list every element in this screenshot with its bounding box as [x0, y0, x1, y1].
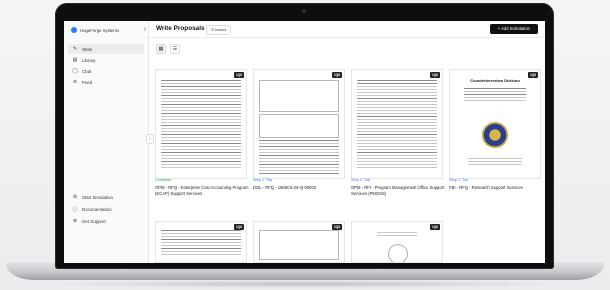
form-box	[259, 230, 339, 260]
document-thumbnail: 1Q8	[253, 69, 345, 179]
doc-lines	[259, 140, 339, 176]
doc-lines	[468, 158, 522, 167]
fbi-seal-icon	[482, 122, 508, 148]
footer-label: Documentation	[82, 206, 112, 212]
doc-heading: Counterterrorism Division	[470, 78, 520, 83]
nav-label: Feed	[82, 79, 93, 85]
nav-library[interactable]: ▤ Library	[68, 55, 144, 65]
card-title: OPM - RFQ - Enterprise Cost Accounting P…	[155, 185, 249, 196]
form-box	[259, 114, 339, 138]
grid-view-icon[interactable]: ▦	[156, 44, 166, 54]
nav-chat[interactable]: ◯ Chat	[68, 66, 144, 76]
status-label: Step 1: Top	[253, 178, 273, 182]
feed-icon: ≋	[72, 79, 78, 85]
footer-label: Start Simulation	[82, 194, 113, 200]
add-solicitation-button[interactable]: + Add Solicitation	[489, 23, 538, 34]
doc-lines	[161, 230, 241, 257]
nav-feed[interactable]: ≋ Feed	[68, 77, 144, 87]
chat-icon: ◯	[72, 68, 78, 74]
form-box	[259, 80, 339, 112]
document-thumbnail: 1Q8	[351, 69, 443, 179]
card-badge: 1Q8	[233, 72, 244, 78]
document-thumbnail: 1Q8	[351, 221, 443, 263]
nav-label: Write	[82, 46, 93, 52]
issues-button[interactable]: ⊙ Issues	[206, 24, 232, 35]
top-bar: Write Proposals ⊙ Issues + Add Solicitat…	[149, 21, 545, 38]
footer-label: Get Support	[82, 218, 106, 224]
doc-lines	[357, 80, 437, 170]
card-badge: 1Q8	[331, 72, 342, 78]
sidebar-footer: ⚙ Start Simulation ⓘ Documentation ⊕ Get…	[68, 192, 144, 228]
document-thumbnail: 1Q8	[253, 221, 345, 263]
document-thumbnail: 1Q8	[155, 221, 247, 263]
list-view-icon[interactable]: ☰	[170, 44, 180, 54]
nav-write[interactable]: ✎ Write	[68, 44, 144, 54]
get-support-link[interactable]: ⊕ Get Support	[68, 216, 144, 226]
nav-label: Chat	[82, 68, 92, 74]
gear-icon: ⚙	[72, 194, 78, 200]
card-title: OPM - RFI - Program Management Office Su…	[351, 185, 445, 196]
sidebar: HugeForge Systems ⇕ ✎ Write ▤ Library ◯ …	[64, 21, 149, 263]
help-icon: ⊕	[72, 218, 78, 224]
org-switcher[interactable]: HugeForge Systems ⇕	[71, 27, 147, 33]
collapse-sidebar-button[interactable]: ›	[146, 134, 154, 144]
view-toggle: ▦ ☰	[156, 44, 180, 54]
doc-lines	[161, 80, 241, 170]
documentation-link[interactable]: ⓘ Documentation	[68, 204, 144, 214]
chevron-icon: ⇕	[143, 27, 148, 33]
info-icon: ⓘ	[72, 206, 78, 213]
doc-lines	[464, 88, 526, 103]
document-thumbnail: 1Q8	[155, 69, 247, 179]
org-name: HugeForge Systems	[80, 27, 120, 33]
card-badge: 1Q8	[429, 72, 440, 78]
main-nav: ✎ Write ▤ Library ◯ Chat ≋ Feed	[68, 44, 144, 88]
page-title: Write Proposals	[156, 25, 205, 32]
card-badge: 1Q8	[429, 224, 440, 230]
book-icon: ▤	[72, 57, 78, 63]
laptop-shadow	[40, 280, 570, 288]
card-title: FBI - RFQ - Research Support Services	[449, 185, 523, 190]
laptop-bezel: HugeForge Systems ⇕ ✎ Write ▤ Library ◯ …	[55, 3, 554, 269]
status-label: Complete	[155, 178, 172, 182]
status-label: Step 1: Top	[449, 178, 469, 182]
status-label: Step 1: Top	[351, 178, 371, 182]
seal-icon	[388, 244, 408, 262]
issues-label: Issues	[215, 27, 227, 32]
org-logo-icon	[71, 27, 77, 33]
start-simulation-link[interactable]: ⚙ Start Simulation	[68, 192, 144, 202]
nav-label: Library	[82, 57, 96, 63]
background: HugeForge Systems ⇕ ✎ Write ▤ Library ◯ …	[0, 0, 610, 290]
doc-lines	[377, 232, 417, 238]
camera	[302, 9, 306, 13]
app-screen: HugeForge Systems ⇕ ✎ Write ▤ Library ◯ …	[64, 21, 545, 263]
pen-icon: ✎	[72, 46, 78, 52]
card-title: DOL - RFQ - 1605C6-26-Q-00002	[253, 185, 317, 190]
document-thumbnail: 1Q8 Counterterrorism Division	[449, 69, 541, 179]
